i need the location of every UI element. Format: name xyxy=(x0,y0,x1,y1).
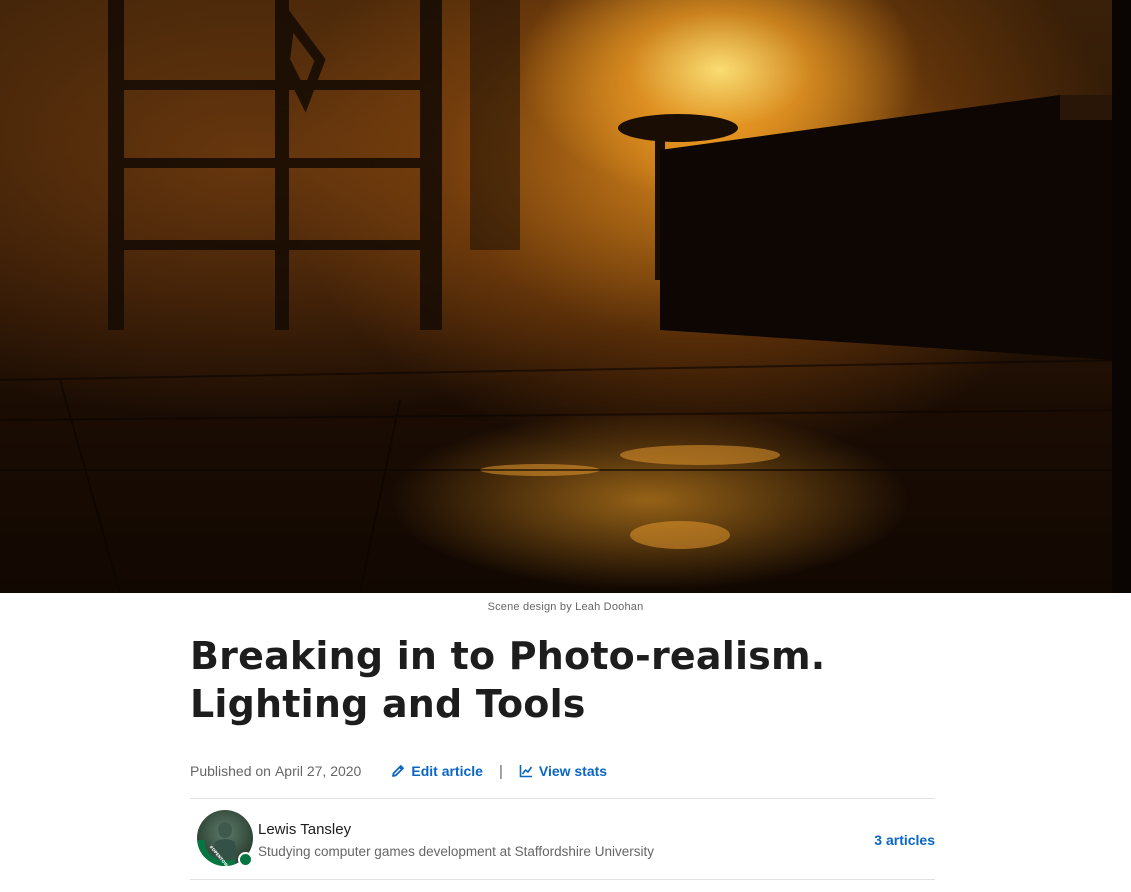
article-header: Breaking in to Photo-realism. Lighting a… xyxy=(190,632,935,728)
author-headline: Studying computer games development at S… xyxy=(258,844,654,859)
published-info: Published on April 27, 2020 xyxy=(190,763,361,779)
hero-image xyxy=(0,0,1131,593)
author-card: #OPENTOWORK Lewis Tansley Studying compu… xyxy=(190,799,935,880)
line-chart-icon xyxy=(519,764,533,778)
published-prefix: Published on xyxy=(190,763,271,779)
article-title: Breaking in to Photo-realism. Lighting a… xyxy=(190,634,826,726)
published-date: April 27, 2020 xyxy=(274,763,362,779)
online-status-indicator xyxy=(238,852,253,867)
pencil-icon xyxy=(391,764,405,778)
view-stats-label: View stats xyxy=(538,763,608,779)
hero-caption: Scene design by Leah Doohan xyxy=(487,601,644,613)
view-stats-button[interactable]: View stats xyxy=(519,763,607,779)
edit-article-button[interactable]: Edit article xyxy=(391,763,483,779)
author-articles-link[interactable]: 3 articles xyxy=(874,832,935,848)
hero-scene xyxy=(0,0,1131,593)
author-name[interactable]: Lewis Tansley xyxy=(258,821,351,838)
article-meta: Published on April 27, 2020 Edit article… xyxy=(190,760,935,782)
meta-separator: | xyxy=(498,762,503,780)
divider-bottom xyxy=(190,879,935,880)
edit-article-label: Edit article xyxy=(411,763,483,779)
